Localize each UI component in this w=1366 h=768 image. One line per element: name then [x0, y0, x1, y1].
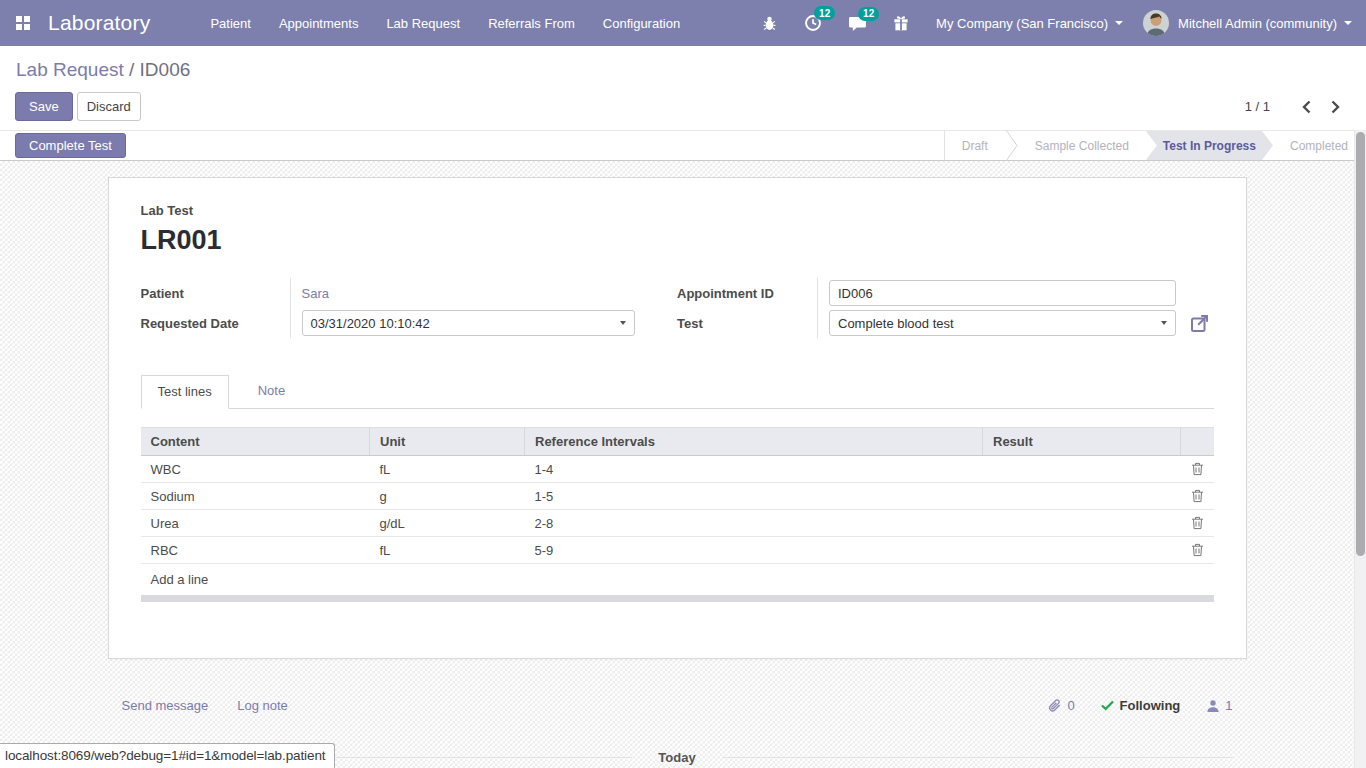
- attachments-counter[interactable]: 0: [1047, 698, 1074, 713]
- menu-appointments[interactable]: Appointments: [265, 0, 373, 46]
- record-title: LR001: [141, 225, 1214, 256]
- status-step-completed[interactable]: Completed: [1273, 131, 1354, 160]
- chatter-toolbar: Send message Log note 0 Following 1: [108, 698, 1247, 713]
- company-name: My Company (San Francisco): [936, 16, 1108, 31]
- column-unit[interactable]: Unit: [370, 428, 525, 456]
- discard-button[interactable]: Discard: [77, 92, 141, 121]
- followers-counter[interactable]: 1: [1206, 698, 1232, 713]
- form-view-content: Lab Test LR001 Patient Sara Requested Da…: [0, 161, 1354, 768]
- menu-lab-request[interactable]: Lab Request: [372, 0, 474, 46]
- messages-badge: 12: [858, 7, 879, 21]
- activities-icon[interactable]: 12: [804, 14, 822, 32]
- form-sheet: Lab Test LR001 Patient Sara Requested Da…: [108, 177, 1247, 659]
- step-separator-icon: [1005, 131, 1018, 160]
- delete-row-icon[interactable]: [1181, 537, 1214, 564]
- test-label: Test: [677, 308, 818, 338]
- form-fields: Patient Sara Requested Date 03/31/2020 1…: [141, 278, 1214, 338]
- table-header-row: Content Unit Reference Intervals Result: [141, 428, 1214, 456]
- apps-grid-icon: [16, 16, 30, 30]
- menu-configuration[interactable]: Configuration: [589, 0, 694, 46]
- menu-referrals-from[interactable]: Referrals From: [474, 0, 589, 46]
- debug-bug-icon[interactable]: [761, 15, 778, 32]
- pager-next-icon[interactable]: [1330, 100, 1341, 114]
- table-row[interactable]: Sodium g 1-5: [141, 483, 1214, 510]
- delete-row-icon[interactable]: [1181, 483, 1214, 510]
- table-row[interactable]: RBC fL 5-9: [141, 537, 1214, 564]
- activities-badge: 12: [814, 6, 835, 20]
- column-actions: [1181, 428, 1214, 456]
- table-row[interactable]: WBC fL 1-4: [141, 456, 1214, 483]
- appointment-id-label: Appointment ID: [677, 278, 818, 308]
- log-note-link[interactable]: Log note: [237, 698, 288, 713]
- company-switcher[interactable]: My Company (San Francisco): [922, 0, 1137, 46]
- following-button[interactable]: Following: [1101, 698, 1181, 713]
- delete-row-icon[interactable]: [1181, 510, 1214, 537]
- sheet-subtitle: Lab Test: [141, 203, 1214, 218]
- date-divider-label: Today: [632, 750, 721, 765]
- breadcrumb-parent[interactable]: Lab Request: [16, 59, 124, 80]
- status-url-tooltip: localhost:8069/web?debug=1#id=1&model=la…: [0, 743, 335, 768]
- attachment-count: 0: [1067, 698, 1074, 713]
- add-a-line-link[interactable]: Add a line: [151, 572, 209, 587]
- appointment-id-input[interactable]: ID006: [829, 280, 1176, 306]
- user-menu[interactable]: Mitchell Admin (community): [1137, 0, 1366, 46]
- tab-test-lines[interactable]: Test lines: [141, 375, 229, 409]
- gift-icon[interactable]: [893, 15, 909, 32]
- tab-note[interactable]: Note: [242, 375, 301, 408]
- follower-count: 1: [1225, 698, 1232, 713]
- requested-date-select[interactable]: 03/31/2020 10:10:42: [302, 310, 635, 336]
- column-result[interactable]: Result: [983, 428, 1181, 456]
- add-line-row: Add a line: [141, 564, 1214, 596]
- select-caret-icon: [1161, 321, 1167, 325]
- status-steps: Draft Sample Collected Test In Progress …: [944, 131, 1354, 160]
- status-step-sample-collected[interactable]: Sample Collected: [1018, 131, 1146, 160]
- send-message-link[interactable]: Send message: [122, 698, 209, 713]
- pager-previous-icon[interactable]: [1301, 100, 1312, 114]
- apps-menu-button[interactable]: [0, 0, 46, 46]
- statusbar: Complete Test Draft Sample Collected Tes…: [0, 130, 1354, 161]
- user-name: Mitchell Admin (community): [1178, 16, 1337, 31]
- delete-row-icon[interactable]: [1181, 456, 1214, 483]
- save-button[interactable]: Save: [15, 92, 73, 121]
- table-row[interactable]: Urea g/dL 2-8: [141, 510, 1214, 537]
- breadcrumb-current: ID006: [140, 59, 191, 80]
- status-step-test-in-progress[interactable]: Test In Progress: [1146, 131, 1273, 160]
- vertical-scrollbar[interactable]: [1354, 130, 1366, 768]
- patient-value-link[interactable]: Sara: [302, 286, 329, 301]
- breadcrumb-separator: /: [129, 59, 134, 80]
- breadcrumb: Lab Request / ID006: [0, 46, 1366, 83]
- column-content[interactable]: Content: [141, 428, 370, 456]
- test-select[interactable]: Complete blood test: [829, 310, 1176, 336]
- pager-count: 1 / 1: [1245, 99, 1270, 114]
- pager: 1 / 1: [1245, 99, 1350, 114]
- table-scrollbar[interactable]: [141, 595, 1214, 602]
- control-panel-buttons: Save Discard 1 / 1: [0, 83, 1366, 130]
- complete-test-button[interactable]: Complete Test: [15, 133, 126, 158]
- patient-label: Patient: [141, 278, 291, 308]
- avatar: [1143, 10, 1169, 36]
- messages-icon[interactable]: 12: [848, 15, 867, 32]
- main-menu: Patient Appointments Lab Request Referra…: [196, 0, 694, 46]
- scrollbar-thumb[interactable]: [1356, 132, 1365, 556]
- top-navbar: Laboratory Patient Appointments Lab Requ…: [0, 0, 1366, 46]
- status-step-draft[interactable]: Draft: [945, 131, 1005, 160]
- select-caret-icon: [620, 321, 626, 325]
- requested-date-label: Requested Date: [141, 308, 291, 338]
- caret-down-icon: [1344, 21, 1352, 25]
- caret-down-icon: [1115, 21, 1123, 25]
- notebook-tabs: Test lines Note: [141, 375, 1214, 409]
- column-reference-intervals[interactable]: Reference Intervals: [525, 428, 983, 456]
- menu-patient[interactable]: Patient: [196, 0, 264, 46]
- app-title[interactable]: Laboratory: [48, 11, 150, 35]
- external-link-icon[interactable]: [1190, 314, 1209, 333]
- test-lines-table: Content Unit Reference Intervals Result …: [141, 427, 1214, 595]
